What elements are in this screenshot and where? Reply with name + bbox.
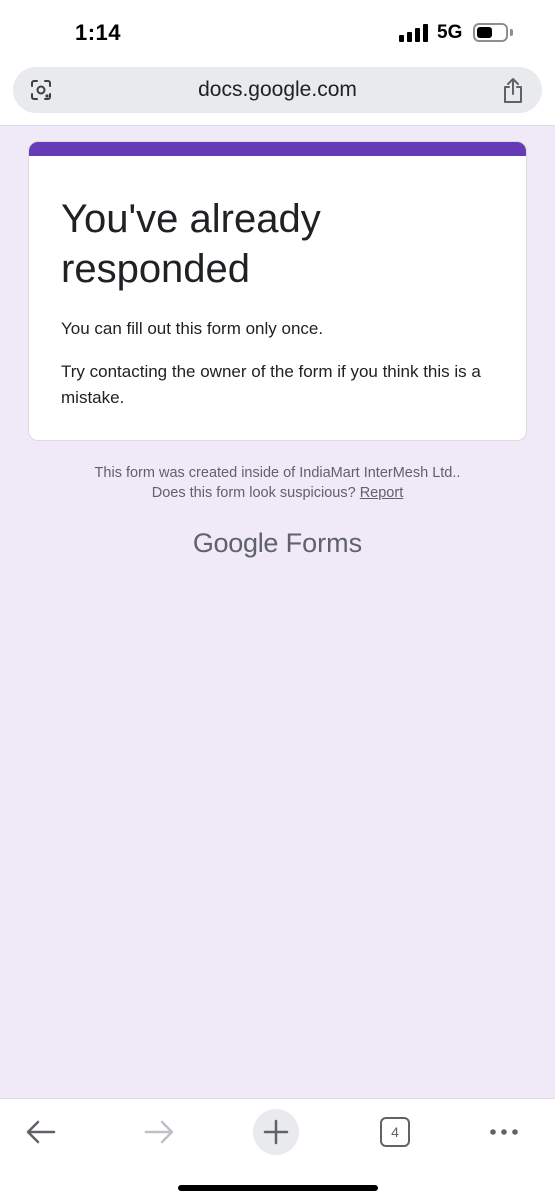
- brand-google: Google: [192, 528, 279, 558]
- bottom-toolbar: 4: [0, 1098, 555, 1200]
- form-message: You can fill out this form only once.: [61, 319, 324, 338]
- url-text[interactable]: docs.google.com: [13, 78, 542, 102]
- page-content: You've already responded You can fill ou…: [0, 126, 555, 1098]
- tabs-button[interactable]: 4: [372, 1109, 418, 1155]
- form-title: You've already responded: [61, 197, 321, 291]
- battery-icon: [473, 23, 508, 42]
- status-bar: 1:14 5G: [0, 0, 555, 64]
- back-icon: [26, 1120, 56, 1144]
- google-forms-logo[interactable]: Google Forms: [0, 528, 555, 559]
- browser-top-bar: docs.google.com: [0, 64, 555, 126]
- network-label: 5G: [437, 22, 463, 43]
- address-bar[interactable]: docs.google.com: [13, 67, 542, 113]
- suspicious-line: Does this form look suspicious? Report: [0, 483, 555, 503]
- new-tab-button[interactable]: [253, 1109, 299, 1155]
- suspicious-text: Does this form look suspicious?: [151, 485, 356, 501]
- forward-button[interactable]: [136, 1109, 182, 1155]
- new-tab-icon: [263, 1119, 289, 1145]
- back-button[interactable]: [18, 1109, 64, 1155]
- more-button[interactable]: [481, 1109, 527, 1155]
- share-icon[interactable]: [500, 76, 526, 104]
- battery-cap: [510, 29, 513, 36]
- battery-level: [477, 27, 492, 38]
- status-time: 1:14: [75, 20, 122, 45]
- form-footer-note: This form was created inside of IndiaMar…: [0, 463, 555, 503]
- forward-icon: [144, 1120, 174, 1144]
- more-icon: [490, 1129, 518, 1135]
- form-accent-bar: [29, 142, 526, 156]
- tab-count: 4: [380, 1117, 410, 1147]
- form-card: You've already responded You can fill ou…: [28, 141, 527, 441]
- report-link[interactable]: Report: [360, 485, 404, 501]
- created-inside-text: This form was created inside of IndiaMar…: [94, 465, 461, 481]
- form-hint: Try contacting the owner of the form if …: [61, 362, 481, 407]
- brand-forms: Forms: [285, 528, 363, 558]
- signal-strength-icon: [399, 24, 429, 42]
- home-indicator: [178, 1185, 378, 1191]
